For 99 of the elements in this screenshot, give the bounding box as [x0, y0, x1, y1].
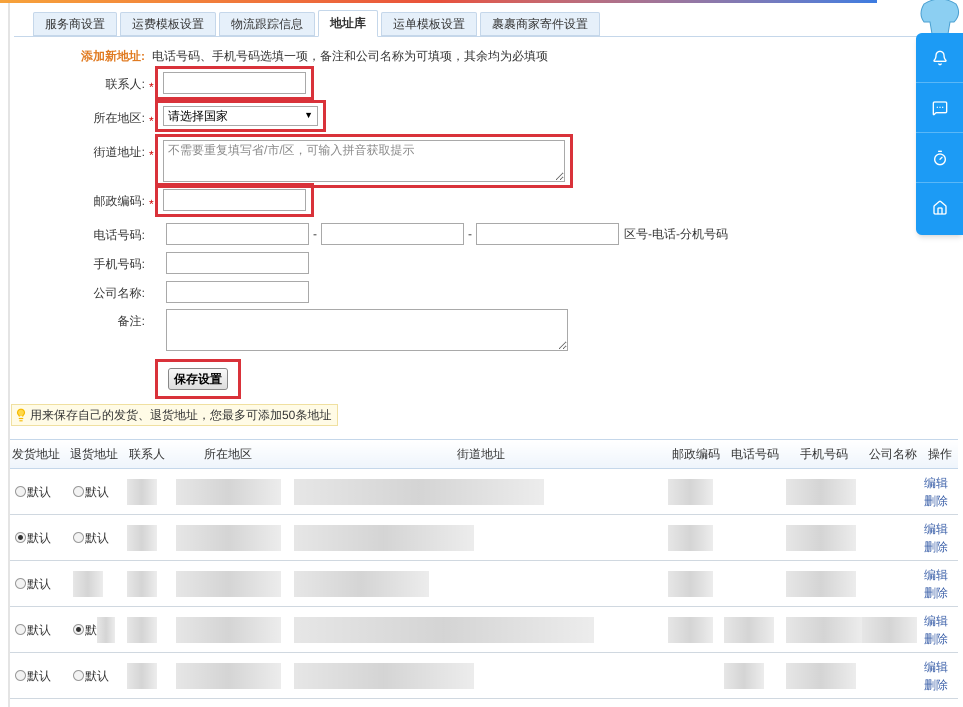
blurred-text [97, 616, 115, 642]
radio-button[interactable] [15, 578, 26, 589]
radio-button[interactable] [15, 624, 26, 635]
dropdown-arrow: ▼ [304, 109, 313, 122]
field-label: 所在地区: [94, 110, 145, 127]
field-label: 邮政编码: [94, 193, 145, 210]
radio-button[interactable] [15, 670, 26, 681]
text-field[interactable] [163, 189, 306, 211]
action-link[interactable]: 删除 [924, 584, 948, 602]
phone-field[interactable] [321, 223, 464, 245]
radio-button[interactable] [73, 670, 84, 681]
column-header: 所在地区 [204, 446, 252, 463]
column-header: 街道地址 [457, 446, 505, 463]
blurred-text [862, 616, 917, 642]
phone-hint: 区号-电话-分机号码 [624, 226, 728, 243]
action-link[interactable]: 编辑 [924, 474, 948, 492]
blurred-text [73, 570, 103, 596]
radio-button[interactable] [15, 532, 26, 543]
field-label: 公司名称: [94, 285, 145, 302]
text-area[interactable]: 不需要重复填写省/市/区，可输入拼音获取提示 [163, 140, 565, 182]
form-title: 添加新地址: [81, 48, 145, 65]
message-icon[interactable] [932, 100, 948, 116]
blurred-text [127, 524, 157, 550]
area-code-field[interactable] [166, 223, 309, 245]
radio-button[interactable] [73, 486, 84, 497]
column-header: 操作 [928, 446, 952, 463]
field-label: 备注: [118, 313, 145, 330]
text-field[interactable] [163, 72, 306, 94]
column-header: 邮政编码 [672, 446, 720, 463]
blurred-text [668, 616, 713, 642]
blurred-text [127, 662, 157, 688]
radio-label: 默认 [85, 668, 109, 684]
text-field[interactable] [166, 281, 309, 303]
required-mark: * [149, 114, 154, 128]
save-button[interactable]: 保存设置 [168, 368, 228, 390]
radio-button[interactable] [73, 532, 84, 543]
radio-label: 默认 [27, 576, 51, 592]
timer-icon[interactable] [932, 150, 948, 166]
field-label: 电话号码: [94, 227, 145, 244]
blurred-text [127, 570, 157, 596]
separator-text: - [467, 226, 473, 243]
action-link[interactable]: 删除 [924, 492, 948, 510]
tip-text: 用来保存自己的发货、退货地址，您最多可添加50条地址 [30, 407, 332, 424]
tab[interactable]: 运单模板设置 [381, 12, 477, 36]
action-link[interactable]: 删除 [924, 676, 948, 694]
radio-label: 默认 [27, 668, 51, 684]
column-header: 发货地址 [12, 446, 60, 463]
bell-icon[interactable] [932, 50, 948, 66]
action-link[interactable]: 编辑 [924, 566, 948, 584]
tab[interactable]: 裹裹商家寄件设置 [480, 12, 600, 36]
tab[interactable]: 地址库 [318, 10, 378, 37]
action-link[interactable]: 删除 [924, 630, 948, 648]
radio-label: 默 [85, 622, 97, 638]
required-mark: * [149, 80, 154, 94]
radio-label: 默认 [27, 484, 51, 500]
blurred-text [786, 524, 856, 550]
mascot-icon [918, 0, 962, 34]
lightbulb-icon [14, 408, 28, 422]
column-header: 公司名称 [869, 446, 917, 463]
action-link[interactable]: 编辑 [924, 658, 948, 676]
tab[interactable]: 物流跟踪信息 [219, 12, 315, 36]
action-link[interactable]: 删除 [924, 538, 948, 556]
tab[interactable]: 运费模板设置 [120, 12, 216, 36]
field-label: 手机号码: [94, 256, 145, 273]
blurred-text [127, 478, 157, 504]
action-link[interactable]: 编辑 [924, 520, 948, 538]
radio-label: 默认 [27, 622, 51, 638]
tab[interactable]: 服务商设置 [33, 12, 117, 36]
radio-label: 默认 [85, 530, 109, 546]
separator-text: - [312, 226, 318, 243]
blurred-text [668, 570, 713, 596]
home-icon[interactable] [932, 200, 948, 216]
blurred-text [127, 616, 157, 642]
column-header: 手机号码 [800, 446, 848, 463]
select-value: 请选择国家 [168, 108, 228, 125]
column-header: 电话号码 [731, 446, 779, 463]
blurred-text [724, 616, 774, 642]
required-mark: * [149, 197, 154, 211]
column-header: 联系人 [129, 446, 165, 463]
field-label: 联系人: [106, 76, 145, 93]
country-select[interactable]: 请选择国家 ▼ [163, 106, 318, 126]
form-note: 电话号码、手机号码选填一项，备注和公司名称为可填项，其余均为必填项 [152, 48, 548, 65]
column-header: 退货地址 [70, 446, 118, 463]
blurred-text [668, 524, 713, 550]
blurred-text [786, 662, 856, 688]
blurred-text [668, 478, 713, 504]
text-area[interactable] [166, 309, 568, 351]
field-label: 街道地址: [94, 144, 145, 161]
blurred-text [724, 662, 764, 688]
radio-button[interactable] [15, 486, 26, 497]
action-link[interactable]: 编辑 [924, 612, 948, 630]
text-field[interactable] [166, 252, 309, 274]
required-mark: * [149, 148, 154, 162]
blurred-text [786, 478, 856, 504]
radio-label: 默认 [85, 484, 109, 500]
radio-label: 默认 [27, 530, 51, 546]
extension-field[interactable] [476, 223, 619, 245]
blurred-text [786, 570, 856, 596]
radio-button[interactable] [73, 624, 84, 635]
